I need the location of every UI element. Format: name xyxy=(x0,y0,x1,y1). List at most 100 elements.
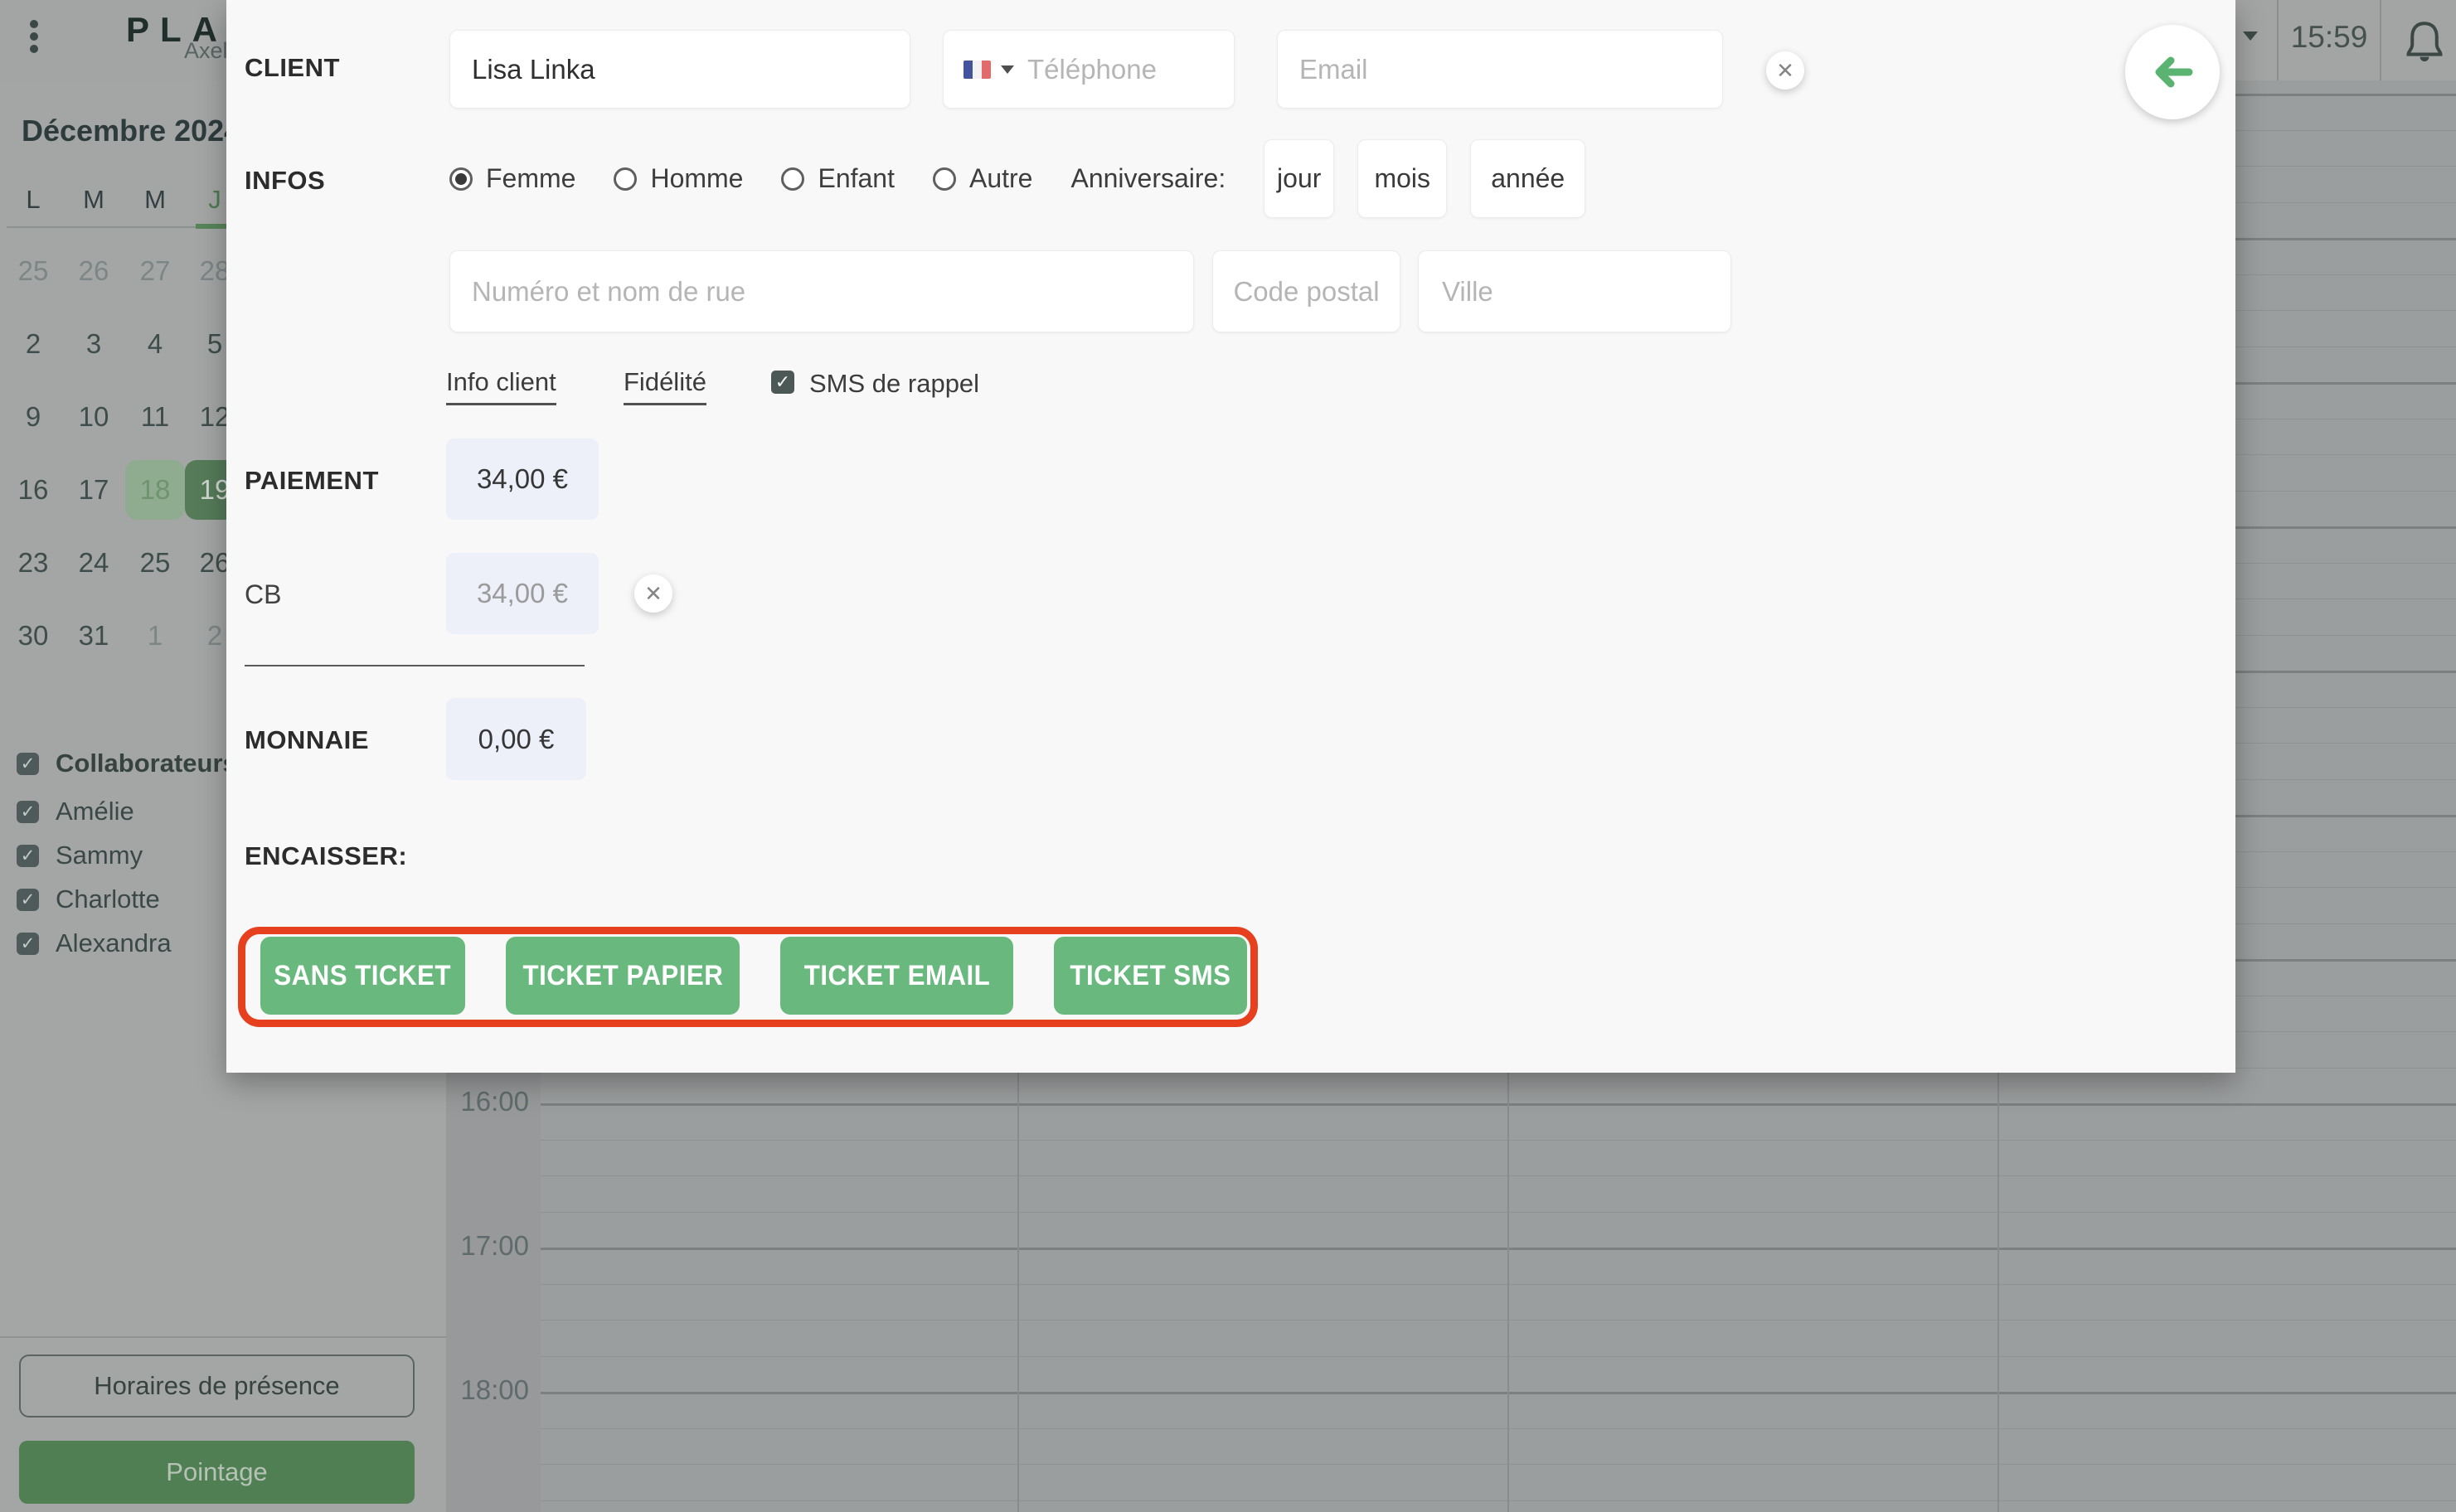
presence-hours-button[interactable]: Horaires de présence xyxy=(19,1354,415,1418)
header-divider xyxy=(2380,0,2381,80)
ticket-button-sans-ticket[interactable]: SANS TICKET xyxy=(260,937,465,1015)
calendar-day[interactable]: 26 xyxy=(64,241,124,301)
phone-placeholder: Téléphone xyxy=(1027,53,1157,85)
gender-radio-homme[interactable]: Homme xyxy=(614,163,743,194)
month-title: Décembre 2024 xyxy=(22,114,241,148)
pointage-button[interactable]: Pointage xyxy=(19,1441,415,1504)
sms-reminder-label: SMS de rappel xyxy=(809,369,980,398)
calendar-day[interactable]: 16 xyxy=(3,460,63,520)
radio-icon xyxy=(932,167,956,191)
client-name-value: Lisa Linka xyxy=(472,53,595,85)
remove-payment-button[interactable]: ✕ xyxy=(634,574,672,613)
calendar-day[interactable]: 27 xyxy=(125,241,185,301)
ticket-button-ticket-papier[interactable]: TICKET PAPIER xyxy=(506,937,740,1015)
city-input[interactable]: Ville xyxy=(1418,250,1731,332)
phone-input[interactable]: Téléphone xyxy=(943,30,1235,109)
ticket-button-label: TICKET EMAIL xyxy=(803,959,990,991)
gender-radio-enfant[interactable]: Enfant xyxy=(781,163,895,194)
client-label: CLIENT xyxy=(245,53,340,82)
street-placeholder: Numéro et nom de rue xyxy=(472,275,746,307)
notification-bell-icon[interactable] xyxy=(2403,18,2446,65)
quarter-gridline xyxy=(541,1464,2456,1465)
calendar-day[interactable]: 3 xyxy=(64,314,124,374)
ticket-button-ticket-email[interactable]: TICKET EMAIL xyxy=(780,937,1013,1015)
quarter-gridline xyxy=(541,1428,2456,1429)
calendar-day[interactable]: 18 xyxy=(125,460,185,520)
collaborator-checkbox[interactable]: ✓ xyxy=(17,932,39,955)
hour-gridline xyxy=(541,1392,2456,1394)
birthday-label: Anniversaire: xyxy=(1070,163,1226,193)
flag-chevron-down-icon[interactable] xyxy=(1001,65,1014,74)
calendar-day[interactable]: 25 xyxy=(3,241,63,301)
email-input[interactable]: Email xyxy=(1277,30,1723,109)
collaborator-name: Sammy xyxy=(56,841,143,870)
payment-label: PAIEMENT xyxy=(245,466,379,495)
close-x-icon: ✕ xyxy=(644,581,663,606)
calendar-day[interactable]: 2 xyxy=(3,314,63,374)
collaborator-name: Alexandra xyxy=(56,928,172,957)
time-label: 18:00 xyxy=(460,1374,529,1405)
sms-reminder-checkbox[interactable]: ✓ xyxy=(771,371,794,394)
hour-gridline xyxy=(541,1248,2456,1250)
zip-placeholder: Code postal xyxy=(1233,275,1380,307)
back-button[interactable] xyxy=(2125,25,2220,119)
collaborator-checkbox[interactable]: ✓ xyxy=(17,752,39,775)
calendar-day[interactable]: 1 xyxy=(125,606,185,666)
kebab-menu-icon[interactable] xyxy=(30,20,41,53)
collaborator-checkbox[interactable]: ✓ xyxy=(17,800,39,823)
ticket-button-label: TICKET SMS xyxy=(1070,959,1231,991)
street-input[interactable]: Numéro et nom de rue xyxy=(449,250,1194,332)
info-client-link[interactable]: Info client xyxy=(446,367,556,405)
french-flag-icon[interactable] xyxy=(963,60,991,79)
gender-radio-group: Femme Homme Enfant Autre Anniversaire: jour… xyxy=(449,139,1586,218)
time-label: 16:00 xyxy=(460,1086,529,1117)
payment-method-label: CB xyxy=(245,579,282,609)
quarter-gridline xyxy=(541,1212,2456,1213)
calendar-day[interactable]: 9 xyxy=(3,387,63,447)
radio-icon xyxy=(614,167,638,191)
weekday-label: M xyxy=(83,185,104,214)
month-placeholder: mois xyxy=(1374,163,1430,193)
city-placeholder: Ville xyxy=(1442,275,1493,307)
quarter-gridline xyxy=(541,1140,2456,1141)
payment-method-amount[interactable]: 34,00 € xyxy=(446,553,599,634)
radio-icon xyxy=(781,167,805,191)
gender-radio-label: Enfant xyxy=(818,163,895,193)
calendar-day[interactable]: 25 xyxy=(125,533,185,593)
calendar-day[interactable]: 31 xyxy=(64,606,124,666)
zip-input[interactable]: Code postal xyxy=(1212,250,1400,332)
chevron-down-icon[interactable] xyxy=(2243,32,2258,41)
birthday-month-input[interactable]: mois xyxy=(1357,139,1448,218)
birthday-year-input[interactable]: année xyxy=(1470,139,1586,218)
close-x-icon: ✕ xyxy=(1776,58,1794,83)
calendar-day[interactable]: 17 xyxy=(64,460,124,520)
payment-divider xyxy=(245,665,585,666)
clock: 15:59 xyxy=(2290,20,2368,54)
calendar-day[interactable]: 11 xyxy=(125,387,185,447)
quarter-gridline xyxy=(541,1356,2456,1357)
back-arrow-icon xyxy=(2155,56,2193,88)
fidelite-link[interactable]: Fidélité xyxy=(624,367,706,405)
ticket-button-ticket-sms[interactable]: TICKET SMS xyxy=(1054,937,1247,1015)
collaborator-name: Charlotte xyxy=(56,884,160,914)
calendar-day[interactable]: 23 xyxy=(3,533,63,593)
gender-radio-autre[interactable]: Autre xyxy=(932,163,1032,194)
birthday-day-input[interactable]: jour xyxy=(1264,139,1335,218)
infos-label: INFOS xyxy=(245,166,326,195)
sidebar-divider xyxy=(0,1336,446,1338)
collaborator-checkbox[interactable]: ✓ xyxy=(17,844,39,867)
client-name-input[interactable]: Lisa Linka xyxy=(449,30,910,109)
calendar-day[interactable]: 30 xyxy=(3,606,63,666)
quarter-gridline xyxy=(541,1284,2456,1285)
clear-client-button[interactable]: ✕ xyxy=(1766,51,1804,90)
hour-gridline xyxy=(541,1103,2456,1106)
weekday-label: L xyxy=(26,185,41,214)
calendar-day[interactable]: 24 xyxy=(64,533,124,593)
gender-radio-femme[interactable]: Femme xyxy=(449,163,575,194)
collaborator-name: Amélie xyxy=(56,797,134,826)
collaborators-title-row: ✓ Collaborateurs xyxy=(17,746,237,781)
ticket-buttons-row: SANS TICKET TICKET PAPIER TICKET EMAIL TICK… xyxy=(260,937,1247,1015)
calendar-day[interactable]: 10 xyxy=(64,387,124,447)
collaborator-checkbox[interactable]: ✓ xyxy=(17,888,39,911)
calendar-day[interactable]: 4 xyxy=(125,314,185,374)
